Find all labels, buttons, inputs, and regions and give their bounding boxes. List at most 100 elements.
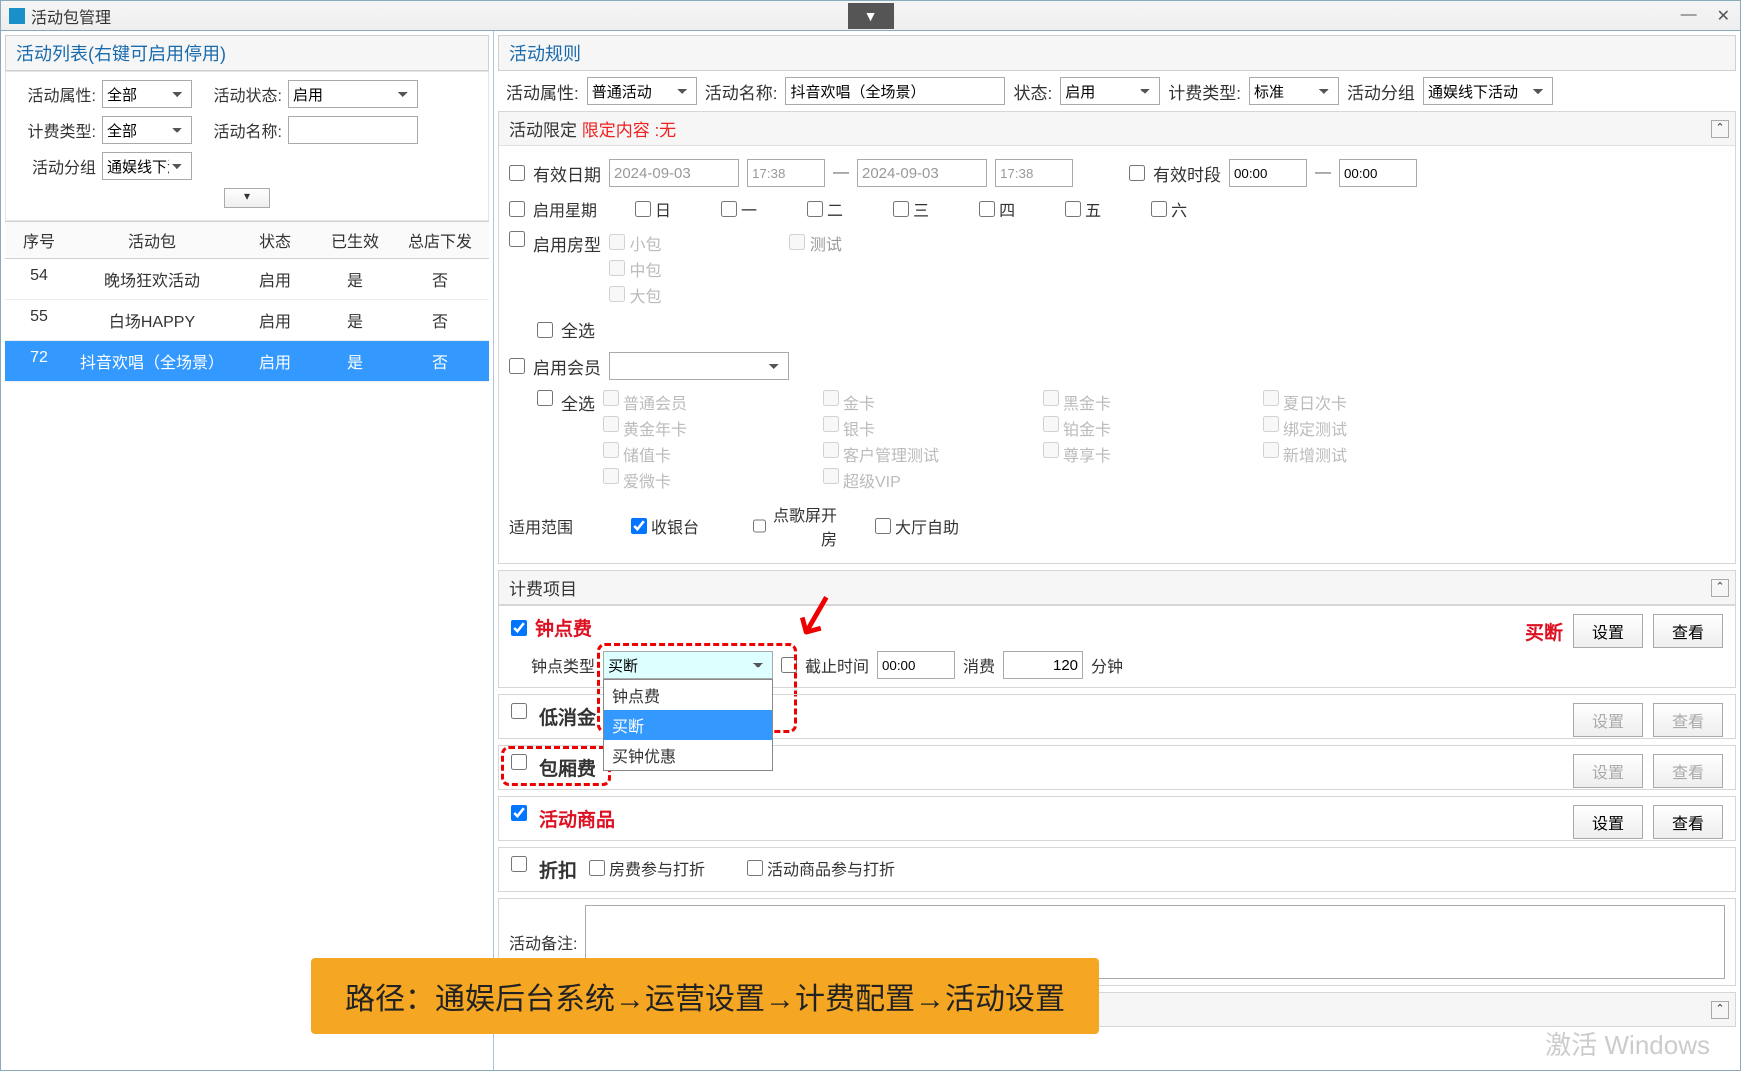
consume-unit: 分钟 (1091, 653, 1123, 677)
goods-fee-check[interactable] (511, 805, 527, 821)
hour-set-button[interactable]: 设置 (1573, 614, 1643, 648)
top-feetype-select[interactable] (1249, 77, 1339, 105)
goods-view-button[interactable]: 查看 (1653, 805, 1723, 839)
minimize-button[interactable]: — (1675, 4, 1703, 28)
top-name-input[interactable] (785, 77, 1005, 105)
member-type-check (603, 442, 619, 458)
hour-fee-check[interactable] (511, 620, 527, 636)
week-day-check[interactable] (979, 201, 995, 217)
collapse-icon[interactable]: ⌃ (1711, 579, 1729, 597)
member-type-check (823, 390, 839, 406)
collapse-icon[interactable]: ⌃ (1711, 120, 1729, 138)
date-to[interactable] (857, 159, 987, 187)
filter-feetype-label: 计费类型: (12, 118, 96, 142)
table-row[interactable]: 72 抖音欢唱（全场景） 启用 是 否 (5, 341, 489, 382)
path-banner: 路径：通娱后台系统→运营设置→计费配置→活动设置 (311, 958, 1099, 1034)
room-set-button[interactable]: 设置 (1573, 754, 1643, 788)
time-from[interactable] (747, 159, 825, 187)
time-to[interactable] (995, 159, 1073, 187)
col-eff: 已生效 (315, 228, 395, 252)
dropdown-option[interactable]: 买钟优惠 (604, 740, 772, 770)
filter-attr-label: 活动属性: (12, 82, 96, 106)
member-grid: 普通会员 金卡 黑金卡 夏日次卡 黄金年卡 银卡 铂金卡 绑定测试 储值卡 客户… (603, 390, 1483, 492)
week-day-check[interactable] (1065, 201, 1081, 217)
valid-date-label: 有效日期 (533, 161, 601, 186)
cutoff-label: 截止时间 (805, 653, 869, 677)
hour-type-dropdown[interactable]: 钟点费 买断 买钟优惠 (603, 679, 773, 771)
member-check[interactable] (509, 358, 525, 374)
week-check[interactable] (509, 201, 525, 217)
filter-name-label: 活动名称: (198, 118, 282, 142)
cutoff-time[interactable] (877, 651, 955, 679)
week-day-check[interactable] (893, 201, 909, 217)
close-button[interactable]: ✕ (1711, 4, 1736, 28)
top-attr-select[interactable] (587, 77, 697, 105)
week-day-check[interactable] (807, 201, 823, 217)
member-allcheck[interactable] (537, 390, 553, 406)
filter-group-select[interactable] (102, 152, 192, 180)
cutoff-check[interactable] (781, 657, 797, 673)
room-fee-check[interactable] (511, 754, 527, 770)
scope-label: 适用范围 (509, 514, 593, 538)
table-row[interactable]: 55 白场HAPPY 启用 是 否 (5, 300, 489, 341)
limit-section: 活动限定 限定内容 :无 ⌃ 有效日期 — 有 (498, 111, 1736, 564)
titlebar-center-button[interactable]: ▼ (848, 3, 894, 29)
valid-time-from[interactable] (1229, 159, 1307, 187)
room-fee-title: 包厢费 (539, 754, 596, 781)
discount-check[interactable] (511, 856, 527, 872)
right-panel: 活动规则 活动属性: 活动名称: 状态: 计费类型: 活动分组 活动限定 限定内… (494, 31, 1740, 1070)
consume-input[interactable] (1003, 651, 1083, 679)
filter-status-select[interactable] (288, 80, 418, 108)
note-label: 活动备注: (509, 930, 577, 954)
goods-set-button[interactable]: 设置 (1573, 805, 1643, 839)
room-allcheck[interactable] (537, 322, 553, 338)
low-set-button[interactable]: 设置 (1573, 703, 1643, 737)
limit-title: 活动限定 (509, 116, 577, 141)
scope-lobby[interactable] (875, 518, 891, 534)
member-label: 启用会员 (533, 354, 601, 379)
discount-goods-check[interactable] (747, 860, 763, 876)
room-view-button[interactable]: 查看 (1653, 754, 1723, 788)
valid-date-check[interactable] (509, 165, 525, 181)
dropdown-option[interactable]: 钟点费 (604, 680, 772, 710)
filter-attr-select[interactable] (102, 80, 192, 108)
hour-type-label: 钟点类型 (511, 653, 595, 677)
col-status: 状态 (235, 228, 315, 252)
week-day-check[interactable] (635, 201, 651, 217)
dropdown-option[interactable]: 买断 (604, 710, 772, 740)
collapse-icon[interactable]: ⌃ (1711, 1001, 1729, 1019)
hour-type-select[interactable] (603, 651, 773, 679)
filter-feetype-select[interactable] (102, 116, 192, 144)
top-filters: 活动属性: 活动名称: 状态: 计费类型: 活动分组 (498, 71, 1736, 111)
week-label: 启用星期 (533, 197, 597, 221)
discount-block: 折扣 房费参与打折 活动商品参与打折 (498, 847, 1736, 892)
filter-name-input[interactable] (288, 116, 418, 144)
scope-cashier[interactable] (631, 518, 647, 534)
more-toggle-button[interactable]: ▾ (224, 188, 270, 208)
top-state-select[interactable] (1060, 77, 1160, 105)
valid-time-check[interactable] (1129, 165, 1145, 181)
low-fee-check[interactable] (511, 703, 527, 719)
consume-label: 消费 (963, 653, 995, 677)
member-type-check (603, 468, 619, 484)
week-day-check[interactable] (721, 201, 737, 217)
app-icon (9, 8, 25, 24)
member-select[interactable] (609, 352, 789, 380)
room-check[interactable] (509, 231, 525, 247)
left-filter-box: 活动属性: 活动状态: 计费类型: 活动名称: 活动分组 ▾ (5, 71, 489, 221)
top-group-select[interactable] (1423, 77, 1553, 105)
scope-screen[interactable] (753, 518, 766, 534)
valid-time-to[interactable] (1339, 159, 1417, 187)
titlebar: 活动包管理 ▼ — ✕ (1, 1, 1740, 31)
low-view-button[interactable]: 查看 (1653, 703, 1723, 737)
member-type-check (1043, 416, 1059, 432)
hour-view-button[interactable]: 查看 (1653, 614, 1723, 648)
table-row[interactable]: 54 晚场狂欢活动 启用 是 否 (5, 259, 489, 300)
date-from[interactable] (609, 159, 739, 187)
week-day-check[interactable] (1151, 201, 1167, 217)
member-type-check (603, 416, 619, 432)
discount-room-check[interactable] (589, 860, 605, 876)
activity-table-header: 序号 活动包 状态 已生效 总店下发 (5, 221, 489, 259)
member-type-check (603, 390, 619, 406)
window-title: 活动包管理 (31, 4, 111, 28)
